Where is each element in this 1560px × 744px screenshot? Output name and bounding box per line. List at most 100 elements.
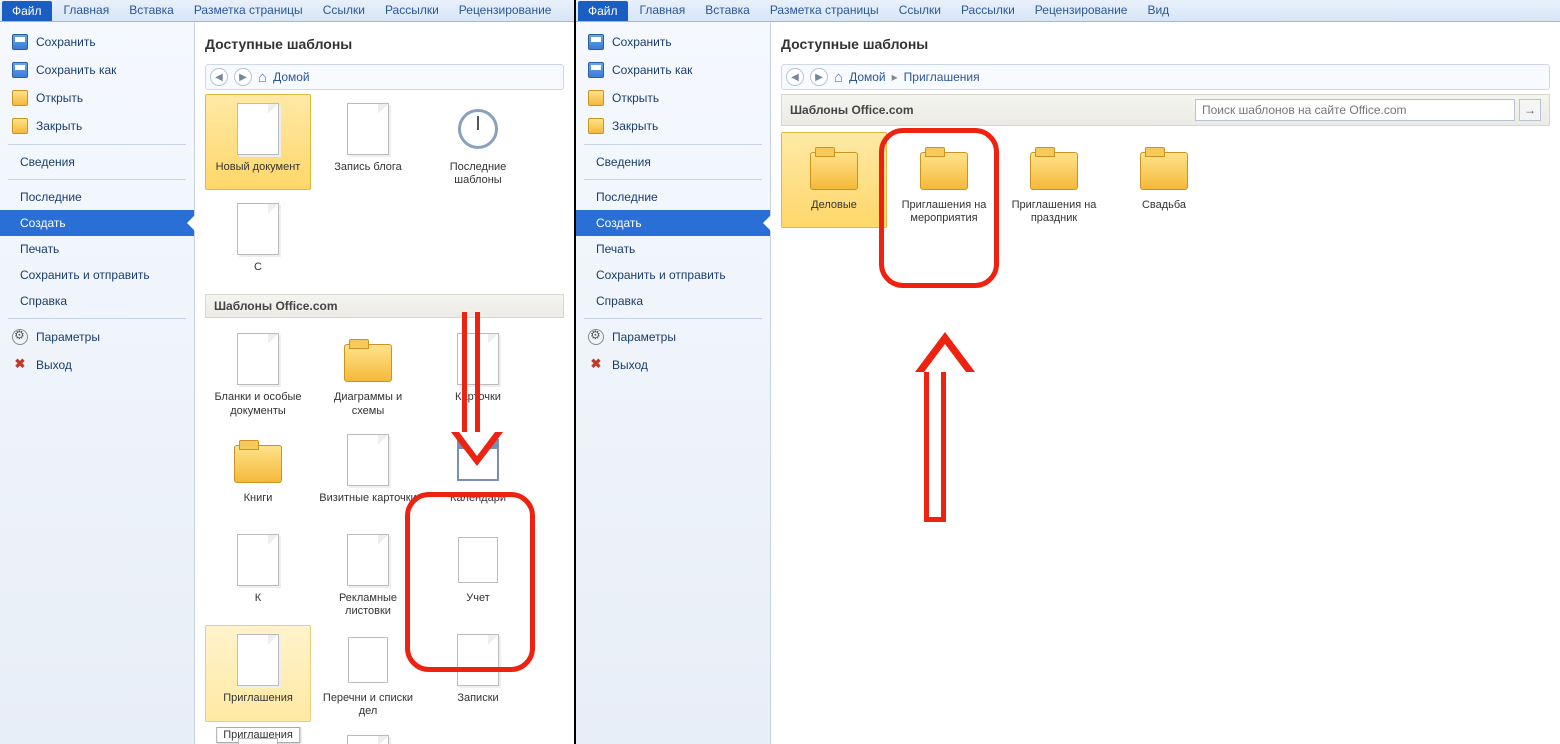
sidebar-label: Сохранить bbox=[36, 35, 96, 49]
template-tile[interactable]: Визитные карточки bbox=[315, 425, 421, 521]
sidebar-open[interactable]: Открыть bbox=[576, 84, 770, 112]
template-tile[interactable]: Протоколы bbox=[205, 726, 311, 744]
breadcrumb-home[interactable]: Домой bbox=[273, 70, 310, 84]
template-tile[interactable]: Деловые bbox=[781, 132, 887, 228]
template-tile[interactable]: Рекламные листовки bbox=[315, 525, 421, 621]
template-tile[interactable]: Запись блога bbox=[315, 94, 421, 190]
sidebar-save[interactable]: Сохранить bbox=[576, 28, 770, 56]
save-as-icon bbox=[588, 62, 604, 78]
ribbon: Файл Главная Вставка Разметка страницы С… bbox=[0, 0, 574, 22]
sidebar-open[interactable]: Открыть bbox=[0, 84, 194, 112]
tile-icon bbox=[448, 331, 508, 387]
nav-back-button[interactable]: ◀ bbox=[210, 68, 228, 86]
template-tile[interactable]: Новый документ bbox=[205, 94, 311, 190]
breadcrumb-invitations[interactable]: Приглашения bbox=[904, 70, 980, 84]
tab-layout[interactable]: Разметка страницы bbox=[760, 0, 889, 21]
template-search-input[interactable] bbox=[1195, 99, 1515, 121]
template-tile[interactable]: К bbox=[205, 525, 311, 621]
sidebar-help[interactable]: Справка bbox=[0, 288, 194, 314]
template-tile[interactable]: Календари bbox=[425, 425, 531, 521]
annotation-arrow-up bbox=[915, 302, 955, 522]
sidebar-recent[interactable]: Последние bbox=[576, 184, 770, 210]
sidebar-info[interactable]: Сведения bbox=[0, 149, 194, 175]
sidebar-save[interactable]: Сохранить bbox=[0, 28, 194, 56]
sidebar-label: Создать bbox=[596, 216, 642, 230]
tab-insert[interactable]: Вставка bbox=[119, 0, 184, 21]
sidebar-print[interactable]: Печать bbox=[0, 236, 194, 262]
sidebar: Сохранить Сохранить как Открыть Закрыть … bbox=[576, 22, 771, 744]
tab-references[interactable]: Ссылки bbox=[313, 0, 375, 21]
template-tile[interactable]: Последние шаблоны bbox=[425, 94, 531, 190]
sidebar-new[interactable]: Создать bbox=[0, 210, 194, 236]
tile-label: Приглашения на праздник bbox=[1004, 199, 1104, 225]
main-right: Доступные шаблоны ◀ ▶ ⌂ Домой ▸ Приглаше… bbox=[771, 22, 1560, 744]
main-left: Доступные шаблоны ◀ ▶ ⌂ Домой Новый доку… bbox=[195, 22, 574, 744]
home-icon[interactable]: ⌂ bbox=[258, 69, 267, 86]
breadcrumb-sep: ▸ bbox=[892, 70, 898, 84]
sidebar-recent[interactable]: Последние bbox=[0, 184, 194, 210]
save-as-icon bbox=[12, 62, 28, 78]
nav-back-button[interactable]: ◀ bbox=[786, 68, 804, 86]
sidebar-label: Сохранить как bbox=[36, 63, 116, 77]
sidebar-exit[interactable]: ✖Выход bbox=[0, 351, 194, 379]
tile-icon bbox=[228, 432, 288, 488]
sidebar-help[interactable]: Справка bbox=[576, 288, 770, 314]
sidebar-label: Выход bbox=[36, 358, 72, 372]
sidebar-save-send[interactable]: Сохранить и отправить bbox=[576, 262, 770, 288]
breadcrumb-home[interactable]: Домой bbox=[849, 70, 886, 84]
sidebar-options[interactable]: Параметры bbox=[576, 323, 770, 351]
breadcrumb-bar: ◀ ▶ ⌂ Домой bbox=[205, 64, 564, 90]
template-tile[interactable]: Диаграммы и схемы bbox=[315, 324, 421, 420]
search-go-button[interactable]: → bbox=[1519, 99, 1541, 121]
template-tile[interactable]: Бланки и особые документы bbox=[205, 324, 311, 420]
template-tile[interactable]: Приглашения на мероприятия bbox=[891, 132, 997, 228]
sidebar-save-as[interactable]: Сохранить как bbox=[576, 56, 770, 84]
sidebar-close[interactable]: Закрыть bbox=[0, 112, 194, 140]
tile-icon bbox=[914, 139, 974, 195]
sidebar-options[interactable]: Параметры bbox=[0, 323, 194, 351]
template-tile[interactable]: Карточки bbox=[425, 324, 531, 420]
tab-review[interactable]: Рецензирование bbox=[449, 0, 562, 21]
nav-forward-button[interactable]: ▶ bbox=[234, 68, 252, 86]
sidebar-save-send[interactable]: Сохранить и отправить bbox=[0, 262, 194, 288]
tab-home[interactable]: Главная bbox=[630, 0, 696, 21]
tab-layout[interactable]: Разметка страницы bbox=[184, 0, 313, 21]
sidebar-save-as[interactable]: Сохранить как bbox=[0, 56, 194, 84]
template-tile[interactable]: Перечни и списки дел bbox=[315, 625, 421, 721]
tile-label: Карточки bbox=[428, 391, 528, 417]
nav-forward-button[interactable]: ▶ bbox=[810, 68, 828, 86]
tile-label: Новый документ bbox=[208, 161, 308, 187]
sidebar-exit[interactable]: ✖Выход bbox=[576, 351, 770, 379]
tile-label: Приглашения bbox=[208, 692, 308, 718]
sidebar-label: Создать bbox=[20, 216, 66, 230]
tab-mailings[interactable]: Рассылки bbox=[951, 0, 1025, 21]
tab-file[interactable]: Файл bbox=[578, 1, 628, 21]
sidebar-print[interactable]: Печать bbox=[576, 236, 770, 262]
tab-file[interactable]: Файл bbox=[2, 1, 52, 21]
sidebar-label: Сохранить bbox=[612, 35, 672, 49]
tile-icon bbox=[228, 201, 288, 257]
sidebar-label: Справка bbox=[20, 294, 67, 308]
template-tile[interactable]: Приглашения на праздник bbox=[1001, 132, 1107, 228]
sidebar-new[interactable]: Создать bbox=[576, 210, 770, 236]
tab-insert[interactable]: Вставка bbox=[695, 0, 760, 21]
tab-home[interactable]: Главная bbox=[54, 0, 120, 21]
template-tile[interactable]: Книги bbox=[205, 425, 311, 521]
tile-label: Бланки и особые документы bbox=[208, 391, 308, 417]
template-tile[interactable]: Записки bbox=[425, 625, 531, 721]
tile-label: Последние шаблоны bbox=[428, 161, 528, 187]
home-icon[interactable]: ⌂ bbox=[834, 69, 843, 86]
tab-view[interactable]: Вид bbox=[1137, 0, 1179, 21]
sidebar-close[interactable]: Закрыть bbox=[576, 112, 770, 140]
template-tile[interactable]: Инф ые bbox=[315, 726, 421, 744]
folder-close-icon bbox=[12, 118, 28, 134]
template-tile[interactable]: ПриглашенияПриглашения bbox=[205, 625, 311, 721]
template-tile[interactable]: Учет bbox=[425, 525, 531, 621]
tab-mailings[interactable]: Рассылки bbox=[375, 0, 449, 21]
template-tile[interactable]: Свадьба bbox=[1111, 132, 1217, 228]
ribbon: Файл Главная Вставка Разметка страницы С… bbox=[576, 0, 1560, 22]
tab-review[interactable]: Рецензирование bbox=[1025, 0, 1138, 21]
sidebar-info[interactable]: Сведения bbox=[576, 149, 770, 175]
template-tile[interactable]: С bbox=[205, 194, 311, 290]
tab-references[interactable]: Ссылки bbox=[889, 0, 951, 21]
